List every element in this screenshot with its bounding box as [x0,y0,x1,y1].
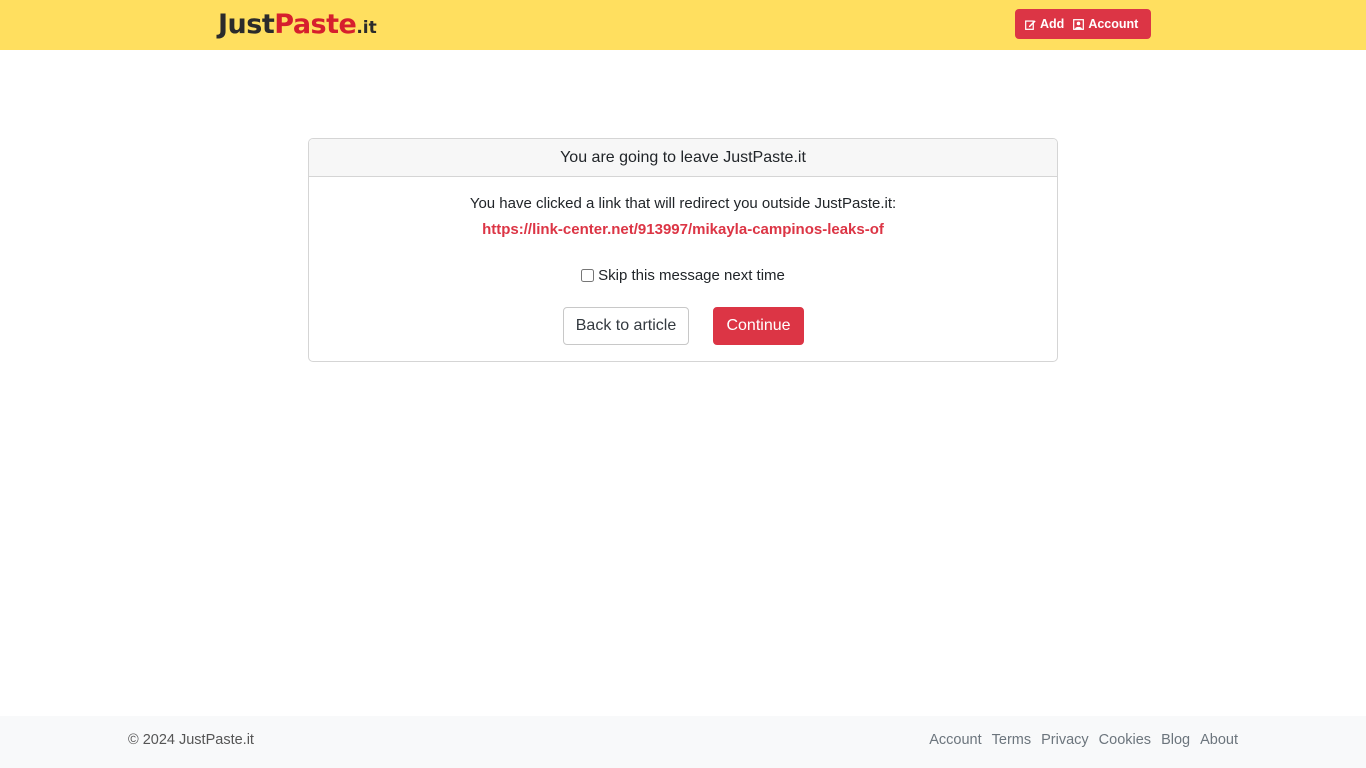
skip-message-label: Skip this message next time [598,267,785,284]
justpaste-logo[interactable]: Just Paste .it [218,9,377,43]
leave-site-dialog: You are going to leave JustPaste.it You … [308,138,1058,362]
continue-button[interactable]: Continue [713,307,804,345]
dialog-body: You have clicked a link that will redire… [309,177,1057,361]
skip-message-option[interactable]: Skip this message next time [309,267,1057,284]
add-button[interactable]: Add [1015,9,1064,39]
footer-link-about[interactable]: About [1200,732,1238,748]
header-button-group: Add Account [1015,9,1151,39]
logo-part-just: Just [218,9,275,40]
logo-part-it: .it [356,18,377,38]
add-button-label: Add [1040,17,1065,31]
user-icon [1073,18,1085,30]
back-to-article-button[interactable]: Back to article [563,307,689,345]
footer-link-privacy[interactable]: Privacy [1041,732,1089,748]
page-footer: © 2024 JustPaste.it Account Terms Privac… [0,716,1366,768]
copyright-text: © 2024 JustPaste.it [128,732,254,748]
external-url-link[interactable]: https://link-center.net/913997/mikayla-c… [309,221,1057,238]
footer-link-blog[interactable]: Blog [1161,732,1190,748]
account-button-label: Account [1088,17,1139,31]
redirect-message: You have clicked a link that will redire… [469,195,897,212]
logo-part-paste: Paste [274,9,357,40]
footer-link-account[interactable]: Account [929,732,981,748]
account-button[interactable]: Account [1064,9,1138,39]
footer-link-cookies[interactable]: Cookies [1099,732,1151,748]
footer-link-terms[interactable]: Terms [992,732,1031,748]
top-navbar: Just Paste .it Add Account [0,0,1366,50]
skip-message-checkbox[interactable] [581,269,595,282]
edit-icon [1025,19,1036,30]
footer-links: Account Terms Privacy Cookies Blog About [929,732,1238,748]
dialog-title: You are going to leave JustPaste.it [309,139,1057,177]
